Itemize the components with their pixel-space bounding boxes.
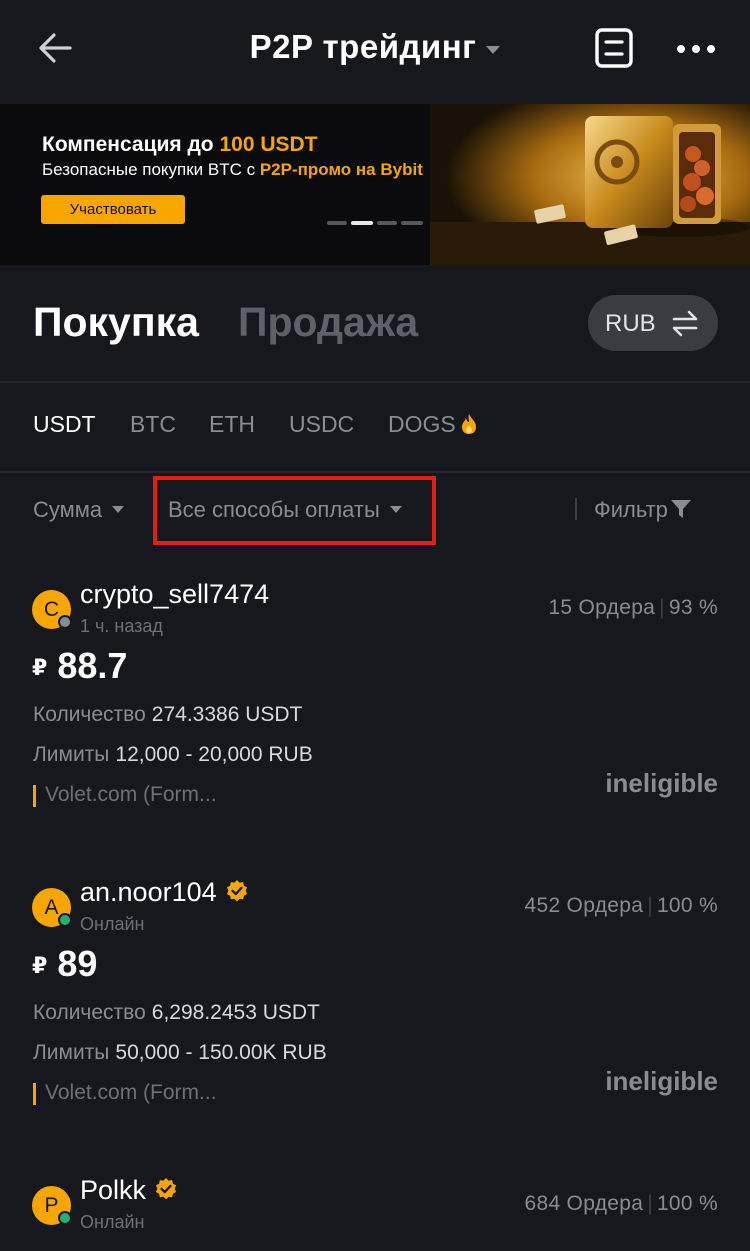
banner-title: Компенсация до 100 USDT — [42, 133, 318, 157]
completion-rate: 100 % — [656, 1192, 718, 1215]
order-count: 15 Ордера — [548, 596, 656, 619]
carousel-dot-active — [351, 221, 373, 225]
participate-button[interactable]: Участвовать — [41, 195, 185, 224]
last-seen: 1 ч. назад — [80, 616, 163, 636]
merchant-stats: 452 Ордера | 100 % — [524, 894, 718, 918]
swap-icon — [672, 310, 698, 337]
divider — [575, 498, 577, 520]
merchant-name-text: Polkk — [80, 1175, 147, 1205]
page-title-dropdown[interactable]: P2P трейдинг — [0, 28, 750, 66]
chevron-down-icon — [389, 505, 402, 513]
online-status-dot — [58, 913, 72, 927]
banner-title-highlight: 100 USDT — [219, 133, 318, 156]
merchant-name[interactable]: an.noor104 — [80, 877, 249, 908]
coin-tab-usdc[interactable]: USDC — [289, 411, 354, 438]
quantity-value: 6,298.2453 USDT — [151, 1001, 320, 1024]
price-value: 88.7 — [57, 645, 128, 686]
amount-filter-label: Сумма — [33, 497, 103, 522]
top-bar: P2P трейдинг — [0, 0, 750, 104]
carousel-dot — [327, 221, 347, 225]
coin-tab-dogs[interactable]: DOGS — [388, 411, 478, 438]
ad-listing[interactable]: C crypto_sell7474 1 ч. назад 15 Ордера | 9… — [0, 575, 750, 865]
price-value: 89 — [57, 943, 98, 984]
limits-label: Лимиты — [33, 743, 110, 766]
tab-buy[interactable]: Покупка — [33, 299, 199, 346]
last-seen: Онлайн — [80, 914, 145, 934]
filter-button[interactable]: Фильтр — [594, 497, 692, 523]
merchant-stats: 684 Ордера | 100 % — [524, 1192, 718, 1216]
page-title: P2P трейдинг — [249, 28, 477, 65]
quantity-value: 274.3386 USDT — [151, 703, 303, 726]
ad-listing[interactable]: P Polkk Онлайн 684 Ордера | 100 % — [0, 1171, 750, 1251]
limits-value: 50,000 - 150.00K RUB — [115, 1041, 327, 1064]
payment-method-filter-label: Все способы оплаты — [168, 497, 380, 522]
amount-filter[interactable]: Сумма — [33, 497, 125, 523]
price: ₽89 — [32, 943, 97, 985]
quantity-label: Количество — [33, 703, 146, 726]
payment-method-tag: Volet.com (Form... — [33, 1081, 217, 1105]
coin-tab-usdt[interactable]: USDT — [33, 411, 96, 438]
tab-sell[interactable]: Продажа — [238, 299, 418, 346]
chevron-down-icon — [112, 505, 125, 513]
stats-separator: | — [647, 894, 653, 917]
currency-symbol: ₽ — [32, 953, 48, 978]
completion-rate: 100 % — [656, 894, 718, 917]
carousel-dot — [401, 221, 423, 225]
banner-subtitle: Безопасные покупки BTC с P2P-промо на By… — [42, 160, 423, 180]
more-options-icon[interactable] — [676, 44, 716, 54]
order-count: 452 Ордера — [524, 894, 644, 917]
limits-row: Лимиты 12,000 - 20,000 RUB — [33, 743, 313, 767]
completion-rate: 93 % — [668, 596, 718, 619]
trade-tabs: Покупка Продажа RUB — [0, 265, 750, 383]
stats-separator: | — [647, 1192, 653, 1215]
limits-value: 12,000 - 20,000 RUB — [115, 743, 313, 766]
chevron-down-icon — [486, 45, 501, 54]
payment-method-filter[interactable]: Все способы оплаты — [168, 497, 402, 523]
carousel-indicator — [327, 221, 423, 225]
merchant-stats: 15 Ордера | 93 % — [548, 596, 718, 620]
coin-tab-eth[interactable]: ETH — [209, 411, 255, 438]
orders-icon[interactable] — [594, 27, 634, 69]
online-status-dot — [58, 1211, 72, 1225]
limits-row: Лимиты 50,000 - 150.00K RUB — [33, 1041, 327, 1065]
quantity-row: Количество 274.3386 USDT — [33, 703, 302, 727]
currency-label: RUB — [605, 310, 656, 337]
merchant-name-text: an.noor104 — [80, 877, 217, 907]
payment-method-tag: Volet.com (Form... — [33, 783, 217, 807]
safe-illustration-icon — [430, 104, 750, 265]
ad-listing[interactable]: A an.noor104 Онлайн 452 Ордера | 100 % ₽89… — [0, 873, 750, 1163]
fire-icon — [461, 413, 476, 434]
order-count: 684 Ордера — [524, 1192, 644, 1215]
quantity-label: Количество — [33, 1001, 146, 1024]
banner-subtitle-highlight: P2P-промо на Bybit — [259, 160, 423, 179]
funnel-icon — [670, 500, 691, 519]
price: ₽88.7 — [32, 645, 127, 687]
limits-label: Лимиты — [33, 1041, 110, 1064]
coin-tab-btc[interactable]: BTC — [130, 411, 176, 438]
currency-switch-button[interactable]: RUB — [588, 295, 718, 351]
currency-symbol: ₽ — [32, 655, 48, 680]
banner-title-prefix: Компенсация до — [42, 133, 220, 156]
carousel-dot — [377, 221, 397, 225]
quantity-row: Количество 6,298.2453 USDT — [33, 1001, 320, 1025]
verified-badge-icon — [226, 879, 247, 902]
offline-status-dot — [58, 615, 72, 629]
ineligible-status: ineligible — [605, 1066, 718, 1096]
merchant-name[interactable]: crypto_sell7474 — [80, 579, 269, 610]
stats-separator: | — [659, 596, 665, 619]
merchant-name[interactable]: Polkk — [80, 1175, 178, 1206]
verified-badge-icon — [155, 1177, 177, 1200]
banner-subtitle-prefix: Безопасные покупки BTC с — [42, 160, 260, 179]
last-seen: Онлайн — [80, 1212, 145, 1232]
coin-tabs: USDT BTC ETH USDC DOGS — [0, 383, 750, 473]
promo-banner[interactable]: Компенсация до 100 USDT Безопасные покуп… — [0, 104, 750, 265]
coin-tab-dogs-label: DOGS — [388, 411, 456, 437]
filter-button-label: Фильтр — [594, 497, 668, 522]
filter-bar: Сумма Все способы оплаты Фильтр — [0, 473, 750, 553]
ineligible-status: ineligible — [605, 768, 718, 798]
